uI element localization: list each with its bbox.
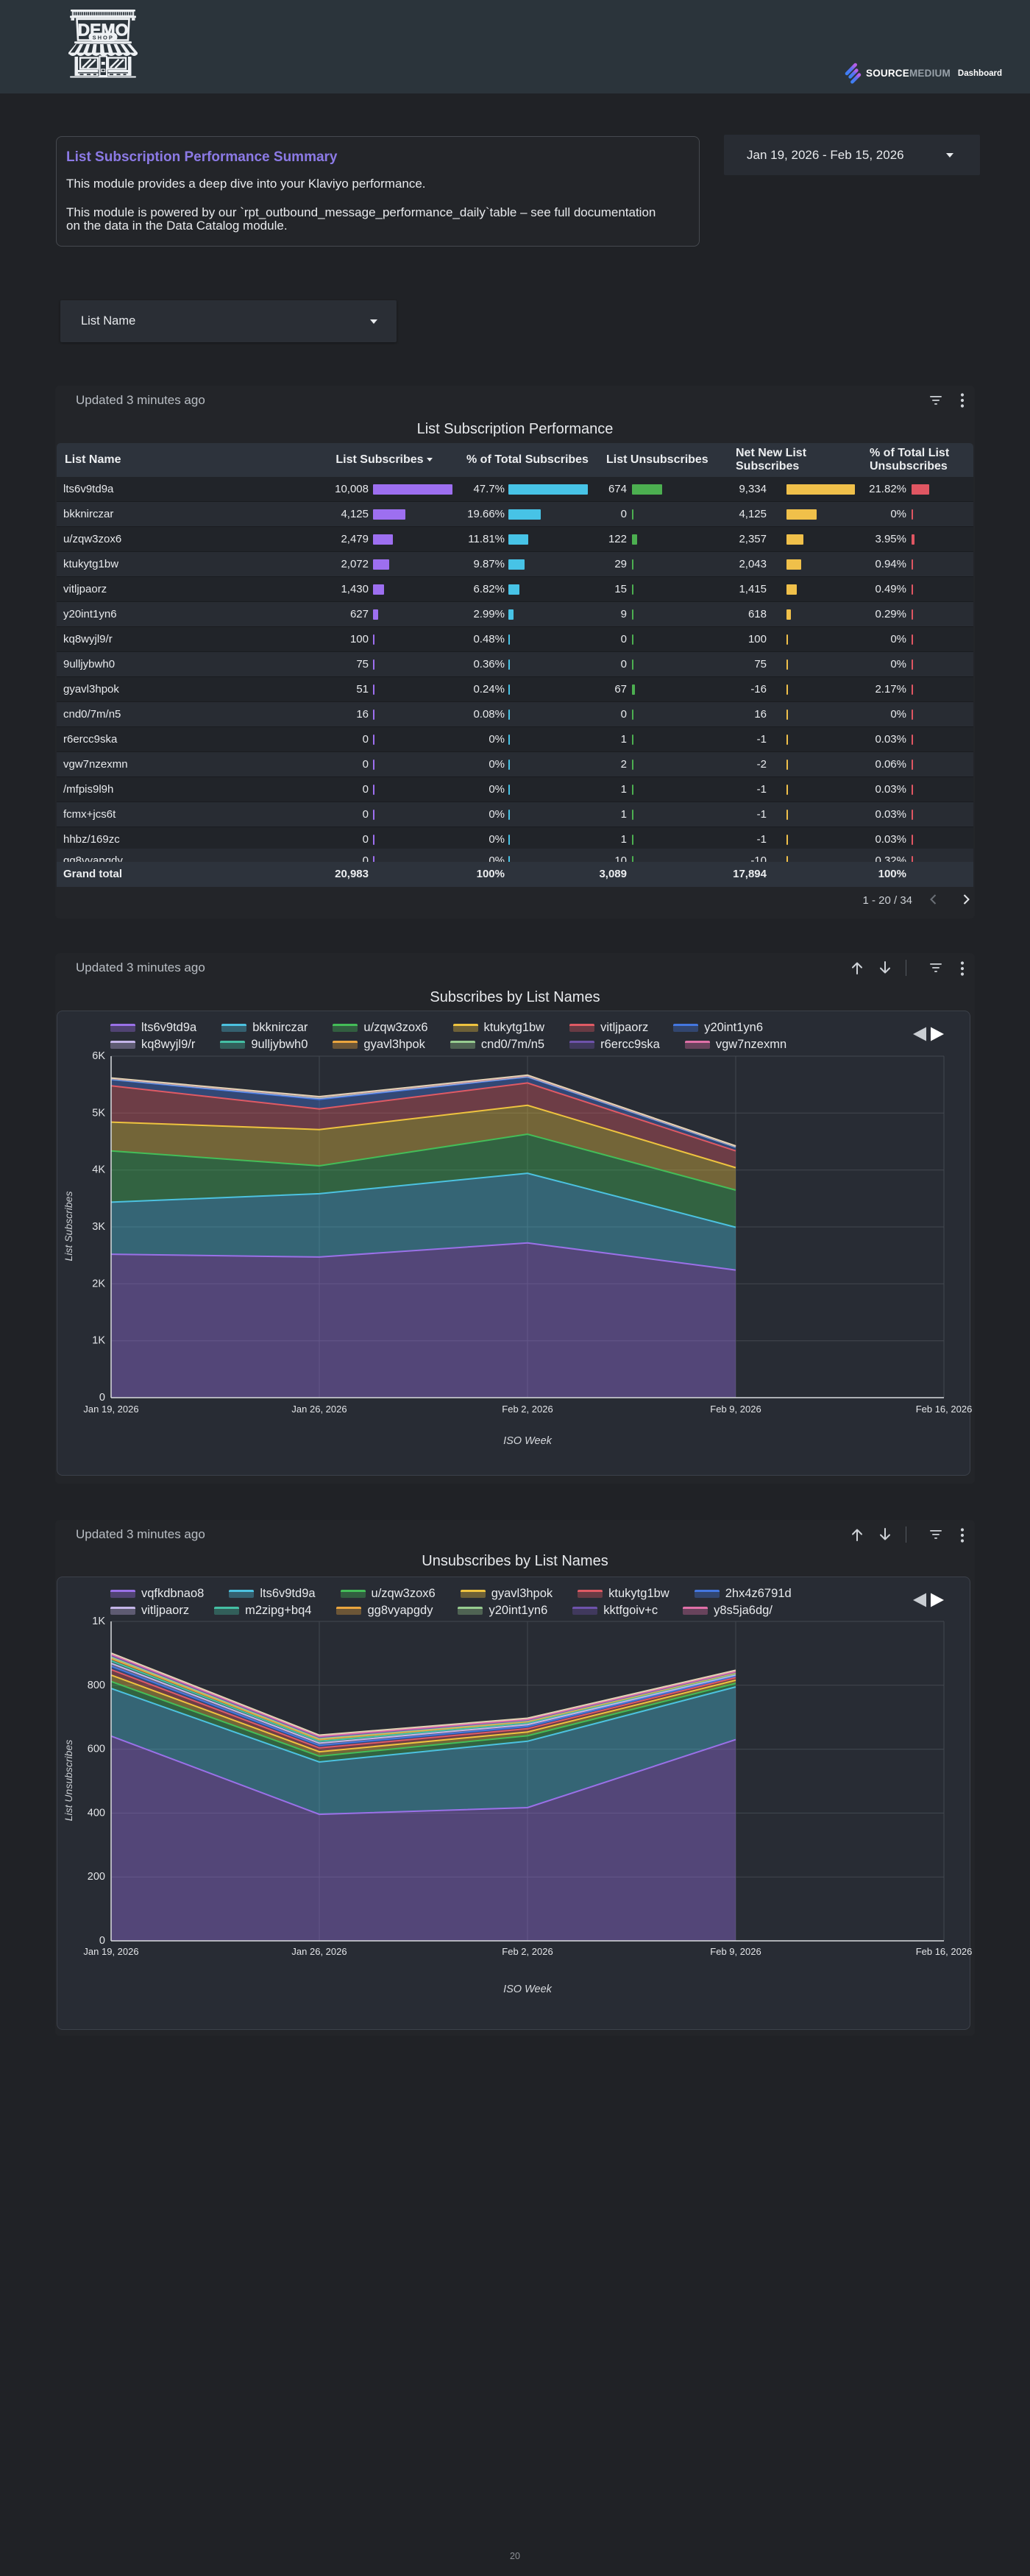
svg-text:600: 600: [88, 1744, 105, 1755]
svg-text:0: 0: [99, 1392, 105, 1404]
svg-text:ISO Week: ISO Week: [503, 1435, 553, 1447]
svg-text:Feb 2, 2026: Feb 2, 2026: [502, 1404, 553, 1415]
svg-text:5K: 5K: [92, 1107, 105, 1119]
svg-text:Feb 16, 2026: Feb 16, 2026: [916, 1946, 973, 1957]
svg-text:3K: 3K: [92, 1221, 105, 1233]
svg-text:Jan 19, 2026: Jan 19, 2026: [83, 1946, 138, 1957]
svg-text:800: 800: [88, 1680, 105, 1691]
svg-text:400: 400: [88, 1807, 105, 1819]
svg-text:Feb 9, 2026: Feb 9, 2026: [710, 1404, 761, 1415]
svg-text:200: 200: [88, 1871, 105, 1883]
svg-text:6K: 6K: [92, 1050, 105, 1062]
svg-text:Jan 26, 2026: Jan 26, 2026: [291, 1946, 347, 1957]
svg-text:Jan 26, 2026: Jan 26, 2026: [291, 1404, 347, 1415]
svg-text:2K: 2K: [92, 1278, 105, 1289]
svg-text:SHOP: SHOP: [93, 34, 114, 40]
svg-text:Feb 2, 2026: Feb 2, 2026: [502, 1946, 553, 1957]
svg-text:Jan 19, 2026: Jan 19, 2026: [83, 1404, 138, 1415]
svg-text:List Subscribes: List Subscribes: [63, 1192, 74, 1262]
svg-text:List Unsubscribes: List Unsubscribes: [63, 1740, 74, 1822]
svg-text:1K: 1K: [92, 1616, 105, 1627]
svg-text:Feb 16, 2026: Feb 16, 2026: [916, 1404, 973, 1415]
svg-text:0: 0: [99, 1935, 105, 1947]
svg-text:1K: 1K: [92, 1335, 105, 1347]
svg-text:Feb 9, 2026: Feb 9, 2026: [710, 1946, 761, 1957]
svg-text:ISO Week: ISO Week: [503, 1984, 553, 1995]
svg-text:4K: 4K: [92, 1164, 105, 1176]
